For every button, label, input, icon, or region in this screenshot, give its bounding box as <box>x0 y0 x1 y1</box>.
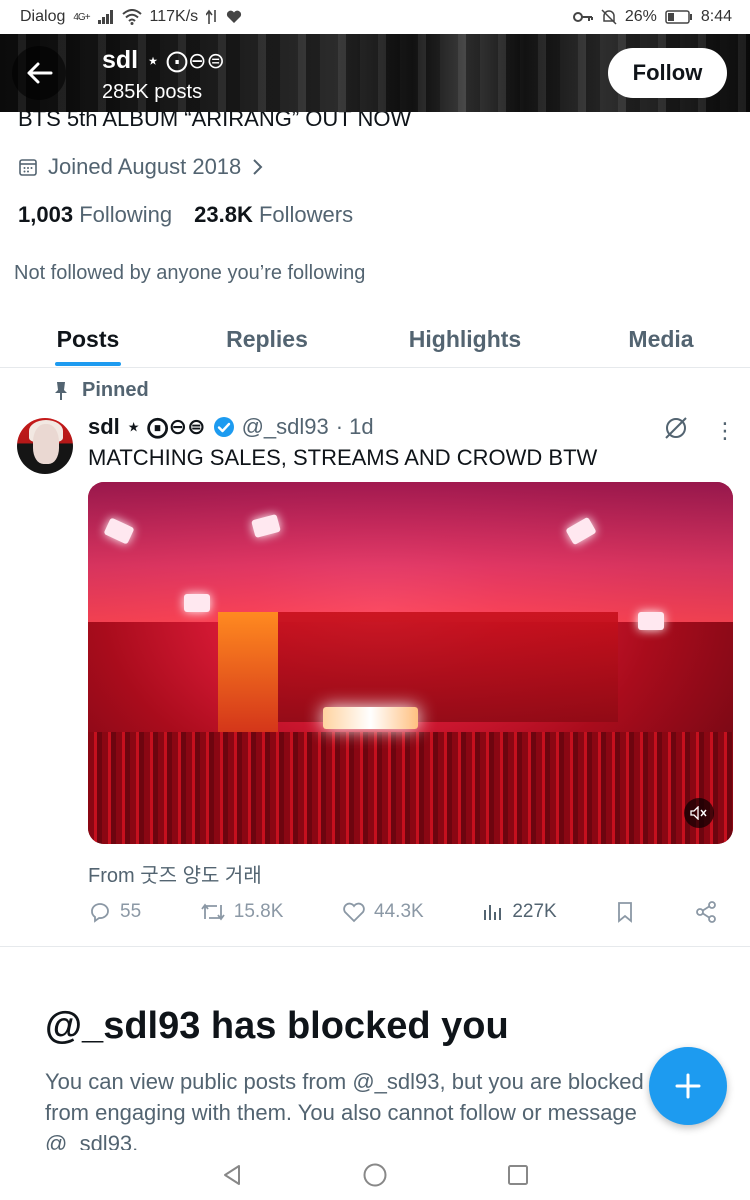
follow-stats: 1,003 Following 23.8K Followers <box>18 202 353 228</box>
tab-label: Replies <box>226 325 308 352</box>
video-light <box>638 612 664 630</box>
verified-badge-icon <box>213 417 234 437</box>
calendar-icon <box>19 159 37 176</box>
nav-home-icon[interactable] <box>362 1162 388 1188</box>
avatar[interactable] <box>17 418 73 474</box>
repost-button[interactable]: 15.8K <box>200 901 284 923</box>
tweet-source-community[interactable]: From 굿즈 양도 거래 <box>88 859 262 888</box>
joined-date[interactable]: Joined August 2018 <box>18 154 263 180</box>
tab-label: Posts <box>56 325 120 352</box>
views-count: 227K <box>512 901 557 922</box>
tweet-author-name[interactable]: sdl <box>88 414 120 440</box>
follow-button[interactable]: Follow <box>608 48 727 98</box>
more-options-icon[interactable]: ⋮ <box>714 418 736 444</box>
pinned-indicator: Pinned <box>54 379 149 402</box>
header-name-text: sdl <box>102 46 139 74</box>
blocked-title: @_sdl93 has blocked you <box>45 1005 509 1047</box>
following-link[interactable]: 1,003 Following <box>18 202 172 228</box>
network-type: 4G+ <box>73 11 90 23</box>
tab-highlights[interactable]: Highlights <box>358 310 572 368</box>
carrier-label: Dialog <box>20 8 66 25</box>
nav-back-icon[interactable] <box>220 1163 244 1187</box>
key-icon <box>572 12 593 22</box>
video-light <box>184 594 210 612</box>
tweet-author-symbols: ⋆ ⨀⊖⊜ <box>126 414 206 439</box>
clock: 8:44 <box>700 8 732 25</box>
signal-icon <box>97 10 113 24</box>
views-button[interactable]: 227K <box>482 901 557 923</box>
status-bar: Dialog 4G+ 117K/s 26% 8:44 <box>0 0 750 34</box>
battery-icon <box>665 10 692 24</box>
plus-icon <box>675 1073 701 1099</box>
tab-replies[interactable]: Replies <box>176 310 358 368</box>
video-tower <box>218 612 278 732</box>
system-nav-bar <box>0 1150 750 1200</box>
tweet-time: · 1d <box>335 414 374 439</box>
grok-icon[interactable] <box>663 415 689 441</box>
joined-label: Joined August 2018 <box>48 154 242 179</box>
not-followed-notice: Not followed by anyone you’re following <box>14 262 366 284</box>
profile-tabs: Posts Replies Highlights Media <box>0 310 750 368</box>
tweet-author-line: sdl ⋆ ⨀⊖⊜ @_sdl93 · 1d <box>88 414 374 440</box>
share-icon <box>696 901 716 923</box>
battery-percent: 26% <box>624 8 657 25</box>
reply-icon <box>91 903 109 923</box>
followers-label: Followers <box>258 202 354 227</box>
blocked-description: You can view public posts from @_sdl93, … <box>45 1069 644 1150</box>
header-posts-count: 285K posts <box>102 81 203 103</box>
following-label: Following <box>79 202 173 227</box>
speaker-muted-icon <box>690 806 707 820</box>
pinned-label: Pinned <box>82 379 149 401</box>
tweet-text: MATCHING SALES, STREAMS AND CROWD BTW <box>88 445 598 470</box>
tab-media[interactable]: Media <box>572 310 750 368</box>
repost-count: 15.8K <box>233 901 284 922</box>
avatar-face <box>33 424 59 464</box>
arrow-left-icon <box>27 62 53 84</box>
network-speed: 117K/s <box>149 8 199 25</box>
mute-icon[interactable] <box>684 798 714 828</box>
pin-icon <box>55 381 67 400</box>
bookmark-button[interactable] <box>615 901 635 923</box>
share-button[interactable] <box>694 901 718 923</box>
like-count: 44.3K <box>374 901 424 922</box>
like-button[interactable]: 44.3K <box>342 901 424 923</box>
video-stage <box>218 612 618 722</box>
followers-link[interactable]: 23.8K Followers <box>194 202 353 228</box>
header-name-symbols: ⋆ ⨀⊖⊜ <box>146 47 225 73</box>
mute-bell-icon <box>601 9 617 25</box>
tweet-actions: 55 15.8K 44.3K 227K <box>88 901 718 923</box>
wifi-icon <box>121 9 142 25</box>
tweet-video[interactable] <box>88 482 733 844</box>
video-stage-lights <box>323 707 418 729</box>
reply-button[interactable]: 55 <box>88 901 141 923</box>
section-divider <box>0 946 750 947</box>
nav-recents-icon[interactable] <box>506 1163 530 1187</box>
active-tab-indicator <box>55 362 121 366</box>
video-crowd <box>88 732 733 844</box>
views-chart-icon <box>484 905 502 920</box>
following-count: 1,003 <box>18 202 74 227</box>
tab-label: Highlights <box>408 325 522 352</box>
back-button[interactable] <box>12 46 66 100</box>
data-transfer-icon <box>206 9 216 24</box>
tab-label: Media <box>628 325 694 352</box>
bookmark-icon <box>618 902 633 923</box>
compose-post-button[interactable] <box>649 1047 727 1125</box>
header-display-name: sdl ⋆ ⨀⊖⊜ <box>102 46 225 75</box>
tab-posts[interactable]: Posts <box>0 310 176 368</box>
reply-count: 55 <box>120 901 142 922</box>
heart-icon <box>343 902 365 923</box>
followers-count: 23.8K <box>194 202 253 227</box>
chevron-right-icon <box>253 159 263 175</box>
heart-notification-icon <box>227 10 242 23</box>
tweet-handle[interactable]: @_sdl93 <box>242 414 329 440</box>
profile-header-banner: sdl ⋆ ⨀⊖⊜ 285K posts Follow <box>0 34 750 112</box>
repost-icon <box>201 903 225 921</box>
